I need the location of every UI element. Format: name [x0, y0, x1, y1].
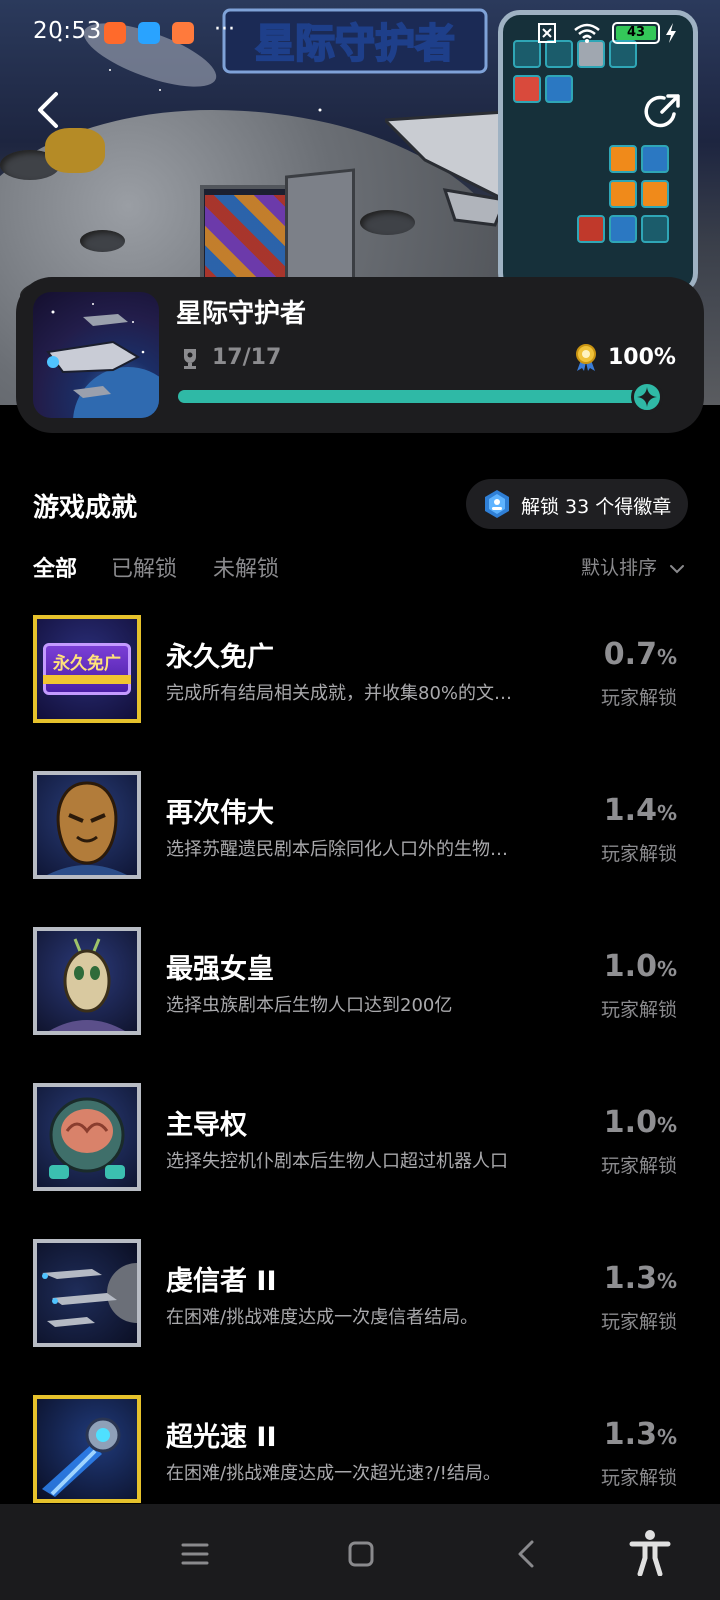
achievement-item[interactable]: 最强女皇 选择虫族剧本后生物人口达到200亿 1.0% 玩家解锁 [0, 927, 720, 1047]
completion-percent: 100% [608, 345, 676, 370]
unlock-rate: 1.0% [604, 1105, 677, 1140]
game-app-icon[interactable] [33, 292, 159, 418]
cards-illustration [205, 195, 290, 285]
unlock-rate-value: 1.0 [603, 949, 657, 984]
unlock-rate-unit: % [656, 1113, 677, 1137]
clock: 20:53 [33, 18, 102, 44]
achievement-thumbnail: 永久免广 [33, 615, 141, 723]
achievement-thumbnail [33, 927, 141, 1035]
alien-portrait [47, 781, 127, 875]
achievement-description: 选择虫族剧本后生物人口达到200亿 [166, 995, 453, 1016]
chevron-left-icon [38, 92, 58, 128]
brain-helmet-portrait [49, 1097, 125, 1179]
medal-icon [576, 344, 596, 371]
ftl-ship-illustration [42, 1417, 121, 1497]
achievement-thumbnail [33, 1239, 141, 1347]
achievement-description: 选择失控机仆剧本后生物人口超过机器人口 [166, 1151, 508, 1172]
insect-queen-portrait [49, 938, 125, 1031]
share-icon [644, 94, 680, 128]
alien-creature [45, 128, 105, 173]
completion-progress-bar [178, 390, 662, 403]
unlock-rate-label: 玩家解锁 [600, 843, 677, 865]
achievement-item[interactable]: 永久免广 永久免广 完成所有结局相关成就，并收集80%的文… 0.7% 玩家解锁 [0, 615, 720, 735]
unlock-rate-value: 1.4 [603, 793, 657, 828]
unlock-rate-unit: % [656, 801, 677, 825]
battery-indicator: 43 [612, 22, 660, 44]
charging-icon [666, 23, 676, 43]
trophy-count: 17/17 [212, 345, 282, 370]
unlock-rate-unit: % [656, 957, 677, 981]
back-button[interactable] [28, 88, 72, 132]
achievement-item[interactable]: 超光速 II 在困难/挑战难度达成一次超光速?/!结局。 1.3% 玩家解锁 [0, 1395, 720, 1515]
shop-notification-icon [172, 22, 194, 44]
unlock-rate-value: 1.3 [603, 1417, 657, 1452]
unlock-rate: 0.7% [604, 637, 677, 672]
unlock-rate: 1.4% [604, 793, 677, 828]
chevron-down-icon [670, 564, 685, 573]
tab-unlocked[interactable]: 已解锁 [111, 551, 177, 583]
progress-knob [631, 381, 663, 413]
achievement-thumbnail [33, 1083, 141, 1191]
unlock-rate-label: 玩家解锁 [600, 687, 677, 709]
share-button[interactable] [640, 90, 684, 134]
achievement-title: 主导权 [166, 1110, 247, 1141]
unlock-rate-value: 1.3 [603, 1261, 657, 1296]
unlock-badge-label: 解锁 33 个得徽章 [521, 496, 672, 518]
achievement-description: 选择苏醒遗民剧本后除同化人口外的生物… [166, 839, 508, 860]
unlock-rate: 1.0% [604, 949, 677, 984]
unlock-rate-unit: % [656, 1425, 677, 1449]
achievements-section-title: 游戏成就 [33, 493, 138, 523]
unlock-rate-unit: % [656, 645, 677, 669]
badge-icon [485, 490, 509, 518]
achievement-thumbnail [33, 771, 141, 879]
accessibility-icon[interactable] [628, 1528, 672, 1576]
battery-level: 43 [626, 25, 646, 40]
achievement-thumbnail [33, 1395, 141, 1503]
unlock-rate-label: 玩家解锁 [600, 999, 677, 1021]
achievement-title: 最强女皇 [166, 954, 274, 985]
game-summary-card: 星际守护者 17/17 100% [16, 277, 704, 433]
sort-dropdown[interactable]: 默认排序 [581, 553, 685, 580]
sim-icon [538, 23, 556, 43]
status-bar: 20:53 ··· 43 [0, 0, 720, 66]
unlock-rate-unit: % [656, 1269, 677, 1293]
achievement-description: 完成所有结局相关成就，并收集80%的文… [166, 683, 513, 704]
tab-all[interactable]: 全部 [33, 551, 77, 583]
trophy-icon [184, 349, 196, 369]
achievement-item[interactable]: 虔信者 II 在困难/挑战难度达成一次虔信者结局。 1.3% 玩家解锁 [0, 1239, 720, 1359]
achievement-item[interactable]: 再次伟大 选择苏醒遗民剧本后除同化人口外的生物… 1.4% 玩家解锁 [0, 771, 720, 891]
more-notifications-icon: ··· [214, 17, 235, 42]
ad-free-badge-text: 永久免广 [53, 654, 121, 674]
unlock-rate-value: 0.7 [603, 637, 657, 672]
game-title: 星际守护者 [176, 299, 307, 329]
wifi-icon [574, 23, 600, 43]
achievement-title: 再次伟大 [166, 798, 274, 829]
app-notification-icon [104, 22, 126, 44]
menu-icon[interactable] [175, 1534, 215, 1574]
unlock-rate-label: 玩家解锁 [600, 1311, 677, 1333]
achievement-description: 在困难/挑战难度达成一次超光速?/!结局。 [166, 1463, 501, 1484]
unlock-rate: 1.3% [604, 1261, 677, 1296]
sort-label: 默认排序 [581, 557, 658, 579]
achievement-title: 永久免广 [166, 642, 274, 673]
message-notification-icon [138, 22, 160, 44]
achievement-item[interactable]: 主导权 选择失控机仆剧本后生物人口超过机器人口 1.0% 玩家解锁 [0, 1083, 720, 1203]
back-icon[interactable] [507, 1534, 547, 1574]
system-navigation-bar [0, 1504, 720, 1600]
home-icon[interactable] [341, 1534, 381, 1574]
achievement-title: 超光速 II [166, 1422, 277, 1453]
unlock-badge-button[interactable]: 解锁 33 个得徽章 [466, 479, 688, 529]
tab-locked[interactable]: 未解锁 [213, 551, 279, 583]
completion-progress-fill [178, 390, 662, 403]
unlock-rate-value: 1.0 [603, 1105, 657, 1140]
sparkle-icon [637, 387, 657, 407]
achievement-title: 虔信者 II [166, 1266, 277, 1297]
achievement-description: 在困难/挑战难度达成一次虔信者结局。 [166, 1307, 479, 1328]
unlock-rate-label: 玩家解锁 [600, 1155, 677, 1177]
fleet-illustration [42, 1263, 137, 1327]
unlock-rate-label: 玩家解锁 [600, 1467, 677, 1489]
game-icon-art [46, 303, 159, 418]
unlock-rate: 1.3% [604, 1417, 677, 1452]
